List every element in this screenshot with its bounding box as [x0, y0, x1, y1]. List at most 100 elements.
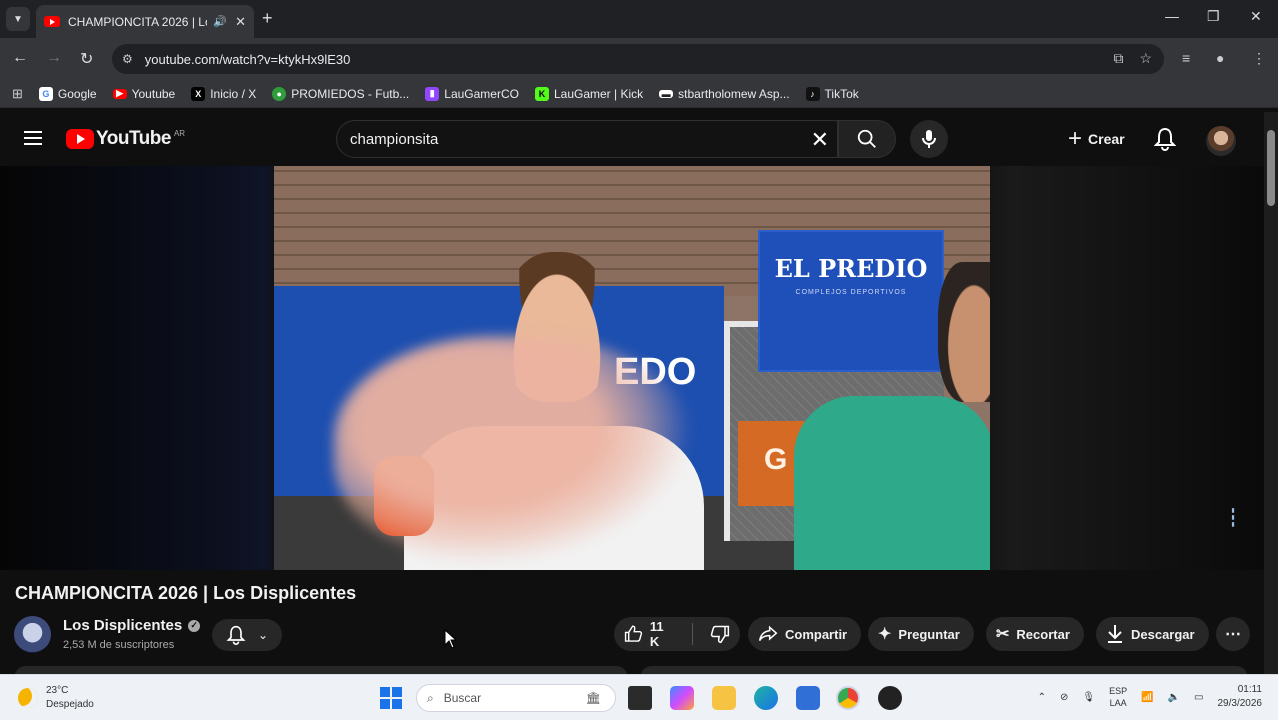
taskbar-search[interactable]: ⌕ Buscar 🏛 [416, 684, 616, 712]
back-arrow-icon[interactable]: ← [12, 49, 28, 67]
bookmark-youtube[interactable]: ▶ Youtube [112, 87, 175, 101]
system-tray: ⌃ ⊘ 🎙 ESP LAA 📶 🔈 ▭ 01:11 29/3/2026 [1038, 683, 1262, 711]
bookmark-label: LauGamer | Kick [553, 86, 644, 101]
bell-icon [226, 625, 246, 645]
bookmark-label: Inicio / X [210, 86, 257, 101]
mouse-cursor-icon [444, 629, 458, 649]
time: 01:11 [1237, 684, 1262, 695]
bookmark-star-icon[interactable]: ☆ [1139, 50, 1152, 67]
share-arrow-icon [758, 625, 778, 642]
media-controls-icon[interactable]: ≡ [1182, 50, 1190, 66]
blurred-hands [334, 336, 694, 566]
scrollbar-thumb[interactable] [1267, 130, 1275, 206]
chrome-icon[interactable] [836, 686, 860, 710]
youtube-logo[interactable]: YouTube AR [66, 128, 185, 150]
copilot-icon[interactable] [670, 686, 694, 710]
wifi-icon[interactable]: 📶 [1141, 692, 1153, 703]
eye-off-icon[interactable]: ⊘ [1060, 692, 1068, 703]
share-button[interactable]: Compartir [748, 617, 862, 651]
notifications-button[interactable] [1153, 127, 1177, 156]
thumbs-down-icon [710, 625, 730, 644]
bookmark-promiedos[interactable]: ● PROMIEDOS - Futb... [272, 86, 409, 101]
create-button[interactable]: + Crear [1062, 124, 1131, 154]
microphone-icon [922, 130, 936, 148]
bookmark-tiktok[interactable]: ♪ TikTok [805, 86, 859, 101]
tab-close-icon[interactable]: ✕ [235, 14, 246, 30]
account-avatar[interactable] [1206, 126, 1236, 156]
more-dots-icon: ⋯ [1225, 626, 1241, 643]
search-button[interactable] [838, 120, 896, 158]
profile-icon[interactable]: ● [1216, 50, 1224, 66]
store-icon[interactable] [796, 686, 820, 710]
voice-search-button[interactable] [910, 120, 948, 158]
clear-search-icon[interactable]: ✕ [811, 127, 829, 153]
video-player[interactable]: EDO EL PREDIO COMPLEJOS DEPORTIVOS G ▮▮▮ [0, 166, 1264, 570]
start-button[interactable] [380, 687, 402, 709]
green-jersey [794, 396, 990, 570]
download-label: Descargar [1131, 626, 1195, 642]
download-icon [1108, 625, 1122, 643]
download-button[interactable]: Descargar [1096, 617, 1209, 651]
minimize-icon[interactable]: — [1165, 8, 1179, 24]
more-actions-button[interactable]: ⋯ [1216, 617, 1250, 651]
subscription-button[interactable]: ⌄ [212, 619, 282, 651]
url-text: youtube.com/watch?v=ktykHx9lE30 [144, 51, 351, 67]
taskbar-search-placeholder: Buscar [443, 691, 482, 705]
site-info-icon[interactable]: ⚙ [122, 52, 133, 66]
new-tab-button[interactable]: + [262, 8, 273, 29]
side-watermark: ▮ ▮ ▮ [1231, 508, 1235, 528]
temperature: 23°C [46, 685, 69, 696]
install-app-icon[interactable]: ⧉ [1113, 50, 1123, 67]
window-close-icon[interactable]: ✕ [1250, 8, 1262, 25]
browser-menu-icon[interactable]: ⋮ [1252, 50, 1266, 67]
orange-banner-text: G [764, 443, 788, 476]
guide-menu-icon[interactable] [24, 131, 42, 145]
app-icon[interactable] [878, 686, 902, 710]
weather-condition: Despejado [46, 699, 94, 710]
weather-widget[interactable]: 23°C Despejado [18, 684, 94, 712]
search-value: championsita [350, 130, 439, 148]
scissors-icon: ✂ [996, 626, 1010, 643]
like-button[interactable]: 11 K [614, 617, 685, 651]
clip-button[interactable]: ✂ Recortar [986, 617, 1084, 651]
microphone-icon[interactable]: 🎙 [1082, 692, 1095, 703]
like-dislike-group: 11 K [614, 617, 740, 651]
video-frame: EDO EL PREDIO COMPLEJOS DEPORTIVOS G [274, 166, 990, 570]
apps-grid-icon[interactable]: ⊞ [12, 86, 23, 102]
reload-icon[interactable]: ↻ [80, 49, 93, 69]
bookmark-twitch[interactable]: ▮ LauGamerCO [425, 86, 519, 101]
bookmark-google[interactable]: G Google [38, 86, 97, 101]
bookmark-x[interactable]: X Inicio / X [191, 86, 257, 101]
browser-tab-strip: ▼ CHAMPIONCITA 2026 | Los 🔊 ✕ + — ❐ ✕ [0, 0, 1278, 38]
thumbs-up-icon [624, 625, 643, 642]
channel-name-link[interactable]: Los Displicentes ✓ [63, 617, 201, 634]
search-input[interactable]: championsita ✕ [336, 120, 838, 158]
browser-tab-active[interactable]: CHAMPIONCITA 2026 | Los 🔊 ✕ [36, 5, 254, 38]
windows-taskbar: 23°C Despejado ⌕ Buscar 🏛 ⌃ ⊘ 🎙 ESP LAA … [0, 674, 1278, 720]
search-highlight-icon: 🏛 [585, 691, 601, 705]
bookmark-label: Google [57, 86, 97, 101]
show-hidden-icons[interactable]: ⌃ [1038, 692, 1046, 703]
edge-icon[interactable] [754, 686, 778, 710]
bookmark-kick[interactable]: K LauGamer | Kick [534, 86, 644, 101]
forward-arrow-icon[interactable]: → [46, 49, 62, 67]
clock[interactable]: 01:11 29/3/2026 [1218, 683, 1263, 711]
tab-search-button[interactable]: ▼ [6, 7, 30, 31]
ask-label: Preguntar [898, 626, 960, 642]
dislike-button[interactable] [700, 617, 740, 651]
file-explorer-icon[interactable] [712, 686, 736, 710]
like-separator [692, 623, 693, 645]
language-top: ESP [1109, 686, 1128, 696]
volume-icon[interactable]: 🔈 [1168, 692, 1180, 703]
battery-icon[interactable]: ▭ [1194, 692, 1203, 703]
bookmark-aspen[interactable]: ▬ stbartholomew Asp... [659, 87, 790, 101]
address-bar[interactable]: ⚙ youtube.com/watch?v=ktykHx9lE30 ⧉ ☆ [112, 44, 1164, 74]
language-indicator[interactable]: ESP LAA [1109, 685, 1127, 709]
channel-avatar[interactable] [14, 616, 51, 653]
search-icon: ⌕ [427, 690, 434, 705]
ask-button[interactable]: ✦ Preguntar [868, 617, 974, 651]
restore-icon[interactable]: ❐ [1207, 8, 1220, 25]
task-view-icon[interactable] [628, 686, 652, 710]
audio-playing-icon[interactable]: 🔊 [213, 15, 227, 28]
like-count: 11 K [649, 619, 664, 649]
